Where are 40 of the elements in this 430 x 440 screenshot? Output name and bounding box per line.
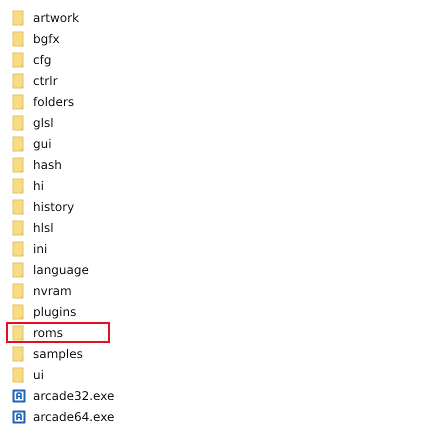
folder-name[interactable]: history — [33, 200, 74, 214]
folder-icon — [12, 156, 26, 172]
folder-name[interactable]: plugins — [33, 304, 76, 318]
folder-name[interactable]: ui — [33, 368, 44, 382]
folder-name[interactable]: hlsl — [33, 220, 54, 234]
folder-name[interactable]: language — [33, 262, 89, 276]
app-icon — [12, 388, 26, 404]
folder-icon — [12, 262, 26, 278]
folder-name[interactable]: gui — [33, 136, 52, 150]
folder-icon — [12, 346, 26, 362]
folder-name[interactable]: folders — [33, 94, 74, 108]
file-name[interactable]: arcade32.exe — [33, 388, 114, 402]
folder-name[interactable]: roms — [33, 326, 63, 340]
folder-name[interactable]: samples — [33, 346, 83, 360]
folder-icon — [12, 282, 26, 298]
folder-name[interactable]: hash — [33, 158, 62, 172]
folder-name[interactable]: hi — [33, 178, 44, 192]
app-icon — [12, 408, 26, 424]
folder-icon — [12, 30, 26, 46]
folder-icon — [12, 178, 26, 194]
folder-icon — [12, 240, 26, 256]
folder-icon — [12, 304, 26, 320]
folder-name[interactable]: cfg — [33, 52, 52, 66]
folder-icon — [12, 220, 26, 236]
folder-icon — [12, 114, 26, 130]
folder-name[interactable]: nvram — [33, 284, 72, 298]
folder-name[interactable]: bgfx — [33, 32, 60, 46]
folder-name[interactable]: artwork — [33, 10, 80, 24]
folder-icon — [12, 324, 26, 340]
folder-icon — [12, 366, 26, 382]
folder-icon — [12, 136, 26, 152]
folder-icon — [12, 72, 26, 88]
folder-name[interactable]: glsl — [33, 116, 54, 130]
file-name[interactable]: arcade64.exe — [33, 410, 114, 424]
folder-name[interactable]: ini — [33, 242, 48, 256]
folder-icon — [12, 52, 26, 68]
folder-name[interactable]: ctrlr — [33, 74, 58, 88]
folder-icon — [12, 10, 26, 26]
folder-icon — [12, 198, 26, 214]
folder-icon — [12, 94, 26, 110]
